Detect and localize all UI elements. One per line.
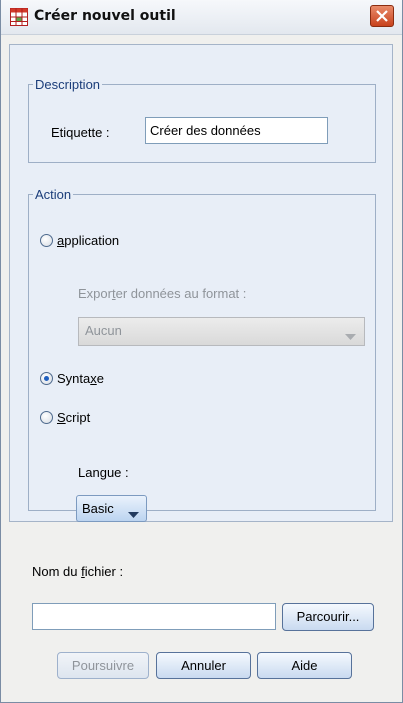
export-format-label: Exporter données au format : — [78, 286, 247, 301]
window-title: Créer nouvel outil — [34, 8, 176, 24]
language-label: Langue : — [78, 465, 129, 480]
syntax-label[interactable]: Syntaxe — [57, 371, 104, 386]
file-name-label: Nom du fichier : — [32, 564, 124, 579]
chevron-down-icon — [345, 328, 356, 343]
close-button[interactable] — [370, 5, 394, 27]
export-format-select[interactable]: Aucun — [78, 317, 365, 346]
script-label[interactable]: Script — [57, 410, 90, 425]
title-bar[interactable]: Créer nouvel outil — [1, 0, 402, 35]
action-legend: Action — [35, 187, 72, 202]
continue-button[interactable]: Poursuivre — [57, 652, 149, 679]
script-radio[interactable] — [40, 411, 53, 424]
export-format-value: Aucun — [85, 323, 122, 338]
help-button[interactable]: Aide — [257, 652, 352, 679]
browse-button[interactable]: Parcourir... — [282, 603, 374, 631]
dialog-window: Créer nouvel outil Description Etiquette… — [0, 0, 403, 703]
table-icon — [10, 8, 28, 26]
application-label[interactable]: application — [57, 233, 119, 248]
file-name-input[interactable] — [32, 603, 276, 630]
syntax-radio[interactable] — [40, 372, 53, 385]
description-legend: Description — [35, 77, 101, 92]
cancel-button[interactable]: Annuler — [156, 652, 251, 679]
chevron-down-icon — [128, 506, 139, 521]
language-select[interactable]: Basic — [76, 495, 147, 522]
label-input[interactable] — [145, 117, 328, 144]
language-value: Basic — [82, 501, 114, 516]
settings-panel: Description Etiquette : Action applicati… — [9, 44, 393, 522]
application-radio[interactable] — [40, 234, 53, 247]
label-field-label: Etiquette : — [51, 125, 110, 140]
close-icon — [376, 10, 388, 22]
